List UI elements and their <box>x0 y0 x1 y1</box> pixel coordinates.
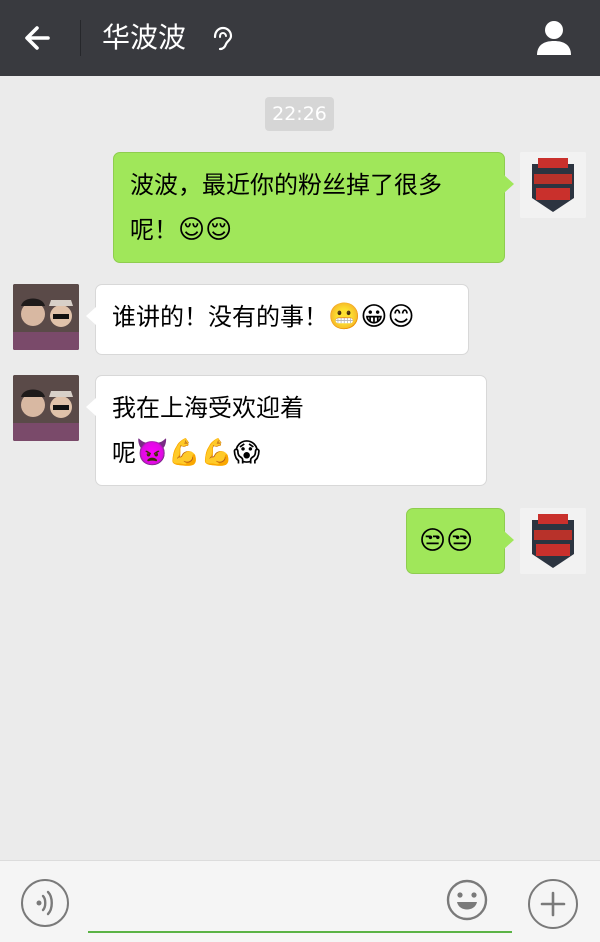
smiley-icon <box>446 879 488 921</box>
person-icon <box>537 21 571 55</box>
message-text: 呢 <box>112 439 136 467</box>
back-arrow-icon <box>25 26 50 50</box>
contact-avatar[interactable] <box>13 375 79 441</box>
my-avatar[interactable] <box>520 152 586 218</box>
contact-photo <box>13 375 79 441</box>
contact-avatar[interactable] <box>13 284 79 350</box>
message-text: 谁讲的！没有的事！ <box>112 303 328 331</box>
voice-icon <box>36 890 53 916</box>
message-emoji: 👿💪💪😱 <box>136 438 261 468</box>
message-bubble-sent[interactable]: 😒😒 <box>406 508 514 574</box>
message-bubble-sent[interactable]: 波波，最近你的粉丝掉了很多 呢！😌😌 <box>113 152 514 263</box>
timestamp-badge: 22:26 <box>265 97 334 131</box>
show-logo-avatar <box>520 508 586 574</box>
more-functions-button[interactable] <box>528 879 578 929</box>
message-text: 波波，最近你的粉丝掉了很多 <box>130 171 442 199</box>
message-emoji: 😬😀😊 <box>328 302 415 332</box>
emoji-button[interactable] <box>446 879 488 921</box>
message-text: 呢！ <box>130 216 178 244</box>
chat-info-button[interactable] <box>534 17 574 57</box>
message-input-bar <box>0 860 600 942</box>
plus-icon <box>540 891 566 917</box>
back-button[interactable] <box>18 18 62 58</box>
my-avatar[interactable] <box>520 508 586 574</box>
message-bubble-received[interactable]: 我在上海受欢迎着 呢👿💪💪😱 <box>86 375 487 486</box>
header-divider <box>80 20 81 56</box>
show-logo-avatar <box>520 152 586 218</box>
chat-title: 华波波 <box>102 21 187 54</box>
contact-photo <box>13 284 79 350</box>
message-emoji: 😒😒 <box>419 526 474 556</box>
chat-message-list[interactable]: 22:26 波波，最近你的粉丝掉了很多 呢！😌😌 谁讲的！没有的事！😬😀😊 我在… <box>0 76 600 860</box>
chat-header: 华波波 <box>0 0 600 76</box>
voice-input-button[interactable] <box>21 879 69 927</box>
message-text: 我在上海受欢迎着 <box>112 394 304 422</box>
message-bubble-received[interactable]: 谁讲的！没有的事！😬😀😊 <box>86 284 469 355</box>
earpiece-mode-icon <box>213 26 233 51</box>
message-emoji: 😌😌 <box>178 215 233 245</box>
